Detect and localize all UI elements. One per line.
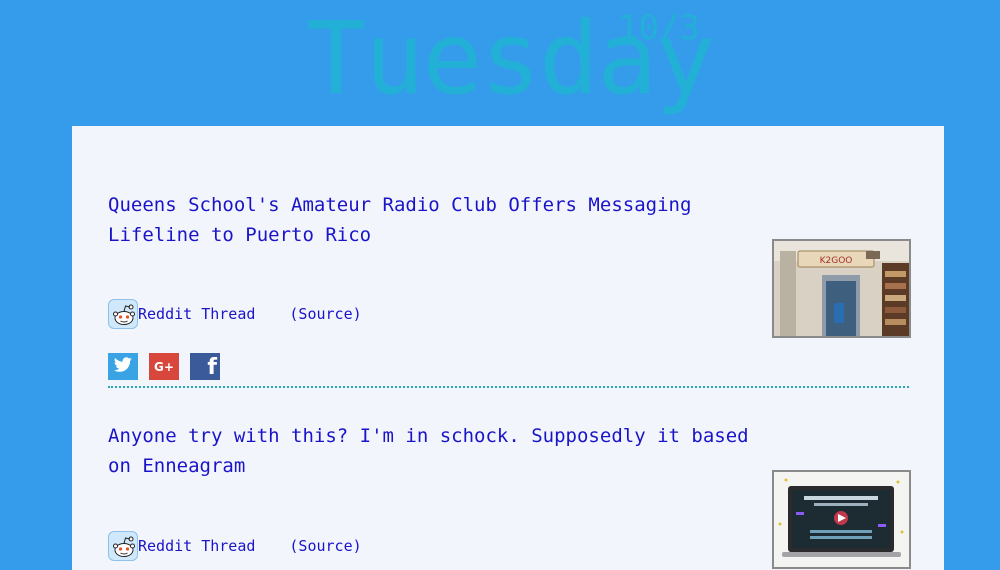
twitter-share-button[interactable]	[108, 353, 138, 380]
post-links: Reddit Thread (Source)	[108, 299, 362, 329]
post-title-link[interactable]: Queens School's Amateur Radio Club Offer…	[108, 190, 768, 250]
date-label: 10/3	[618, 8, 700, 48]
reddit-thread-link[interactable]: Reddit Thread	[138, 537, 255, 555]
source-link[interactable]: (Source)	[289, 537, 361, 555]
source-link[interactable]: (Source)	[289, 305, 361, 323]
reddit-thread-link[interactable]: Reddit Thread	[138, 305, 255, 323]
post-links: Reddit Thread (Source)	[108, 531, 362, 561]
reddit-icon[interactable]	[108, 531, 138, 561]
facebook-icon: f	[207, 355, 217, 380]
reddit-icon[interactable]	[108, 299, 138, 329]
post-thumbnail[interactable]	[772, 470, 911, 569]
facebook-share-button[interactable]: f	[190, 353, 220, 380]
masthead: Tuesday 10/3	[0, 0, 1000, 126]
post-divider	[108, 386, 909, 388]
share-bar: G+ f	[108, 353, 220, 380]
post-title-link[interactable]: Anyone try with this? I'm in schock. Sup…	[108, 421, 768, 481]
news-feed: Queens School's Amateur Radio Club Offer…	[72, 126, 944, 570]
radio-sign-text: K2GOO	[820, 256, 853, 266]
post-thumbnail[interactable]: K2GOO	[772, 239, 911, 338]
google-plus-share-button[interactable]: G+	[149, 353, 179, 380]
twitter-icon	[113, 356, 133, 377]
google-plus-icon: G+	[154, 359, 174, 374]
